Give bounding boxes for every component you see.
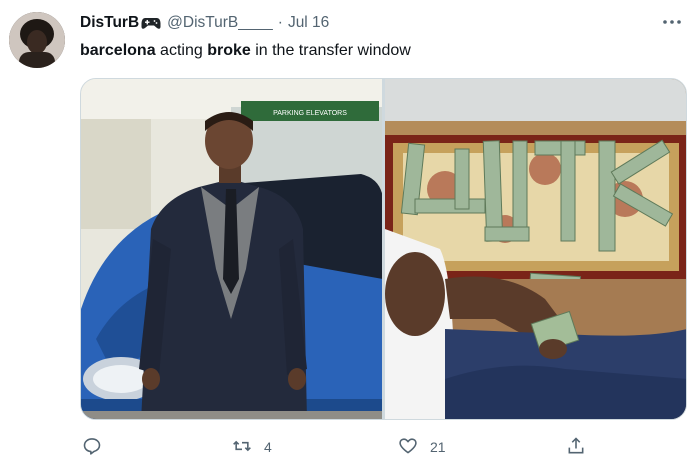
parking-elevators-sign: PARKING ELEVATORS xyxy=(273,110,347,117)
tweet-text-part: in the transfer window xyxy=(250,42,411,59)
like-count: 21 xyxy=(430,439,446,455)
media-image-left[interactable]: PARKING ELEVATORS xyxy=(81,79,382,419)
separator-dot: · xyxy=(277,14,283,31)
retweet-button[interactable]: 4 xyxy=(232,430,272,464)
share-button[interactable] xyxy=(566,430,598,464)
heart-icon xyxy=(398,436,418,459)
tweet-actions: 4 21 xyxy=(80,430,670,464)
avatar[interactable] xyxy=(9,12,65,68)
tweet: DisTurB @DisTurB____ · Jul 16 barcelona … xyxy=(0,0,700,474)
like-button[interactable]: 21 xyxy=(398,430,446,464)
tweet-text-part: acting xyxy=(155,42,208,59)
retweet-icon xyxy=(232,436,252,459)
retweet-count: 4 xyxy=(264,439,272,455)
tweet-header: DisTurB @DisTurB____ · Jul 16 xyxy=(80,12,329,34)
share-icon xyxy=(566,436,586,459)
media-image-right[interactable] xyxy=(385,79,686,419)
tweet-text: barcelona acting broke in the transfer w… xyxy=(80,40,411,62)
tweet-text-bold-2: broke xyxy=(207,42,251,59)
timestamp[interactable]: Jul 16 xyxy=(288,14,329,32)
user-handle[interactable]: @DisTurB____ xyxy=(167,14,273,32)
tweet-text-bold-1: barcelona xyxy=(80,42,156,59)
reply-icon xyxy=(82,436,102,459)
more-options-icon[interactable] xyxy=(660,12,684,32)
display-name[interactable]: DisTurB xyxy=(80,14,139,32)
avatar-image xyxy=(9,12,65,68)
tweet-media[interactable]: PARKING ELEVATORS xyxy=(80,78,687,420)
reply-button[interactable] xyxy=(82,430,114,464)
game-controller-icon xyxy=(141,15,161,31)
